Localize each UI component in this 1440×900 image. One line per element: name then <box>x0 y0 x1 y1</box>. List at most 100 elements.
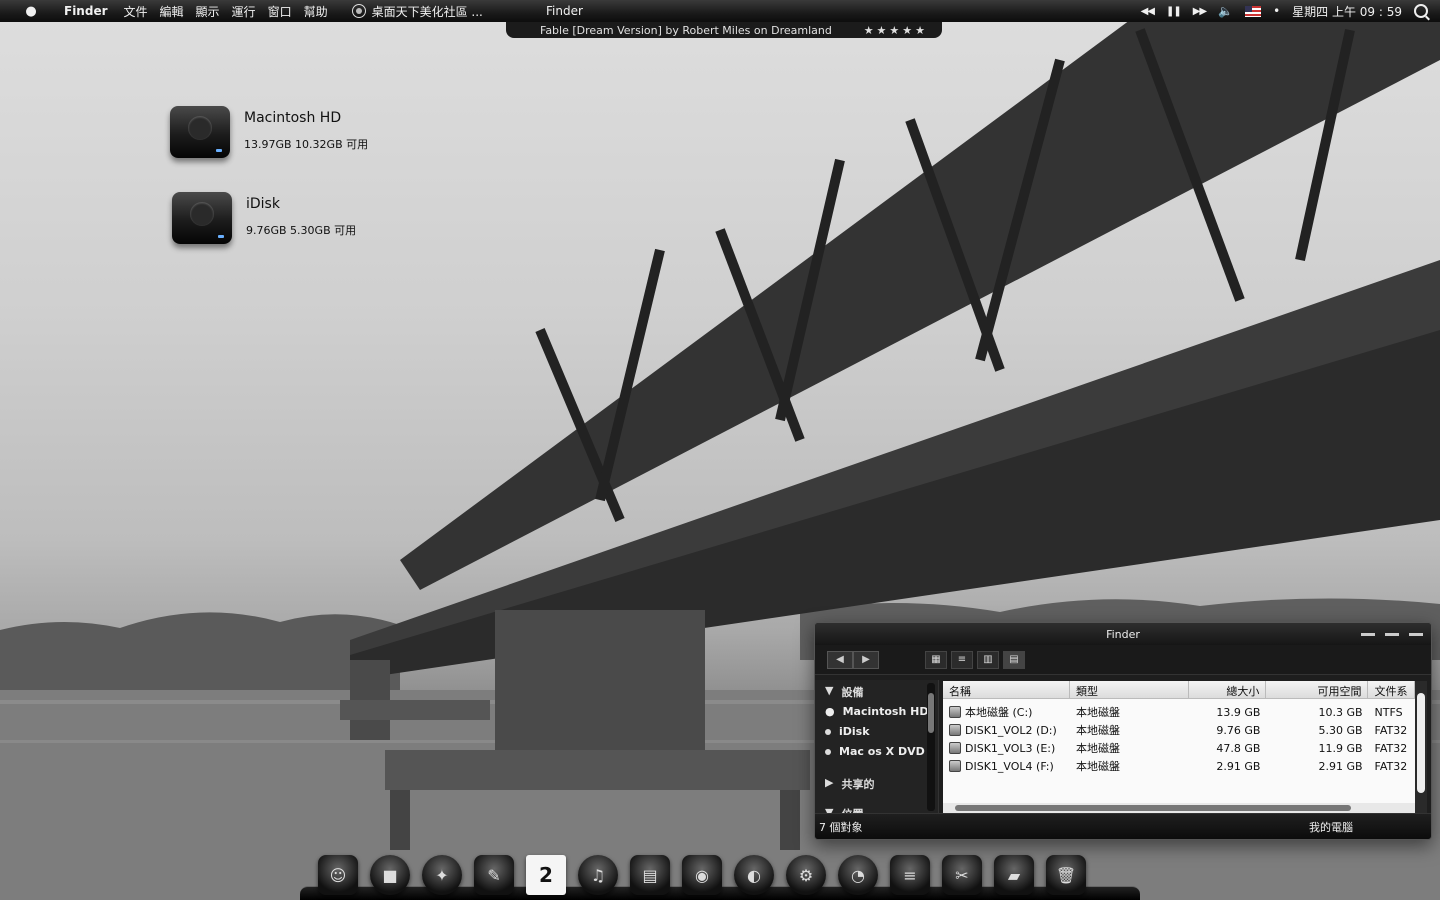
finder-titlebar[interactable]: Finder <box>815 623 1431 645</box>
dock-stack[interactable]: ≡ <box>886 852 934 898</box>
preferences-icon: ⚙ <box>786 855 826 895</box>
table-row[interactable]: DISK1_VOL3 (E:) 本地磁盤 47.8 GB 11.9 GB FAT… <box>943 739 1415 757</box>
desktop-drive-idisk[interactable]: iDisk 9.76GB 5.30GB 可用 <box>172 192 356 244</box>
rating-stars[interactable]: ★★★★★ <box>864 24 928 37</box>
dock-calendar[interactable]: 2 <box>522 852 570 898</box>
dock: ☺ ■ ✦ ✎ 2 ♫ ▤ ◉ ◐ ⚙ ◔ ≡ ✂ ▰ 🗑 <box>300 852 1140 900</box>
file-list: 名稱 類型 總大小 可用空間 文件系 本地磁盤 (C:) 本地磁盤 13.9 G… <box>943 681 1415 807</box>
volume-icon[interactable]: 🔈 <box>1218 4 1233 18</box>
menu-edit[interactable]: 編輯 <box>160 3 184 20</box>
dock-applications[interactable]: ▰ <box>990 852 1038 898</box>
horizontal-scrollbar[interactable] <box>943 803 1415 813</box>
finder-title: Finder <box>1106 627 1140 641</box>
compass-icon: ✦ <box>422 855 462 895</box>
disc-icon: ◐ <box>734 855 774 895</box>
us-flag-icon[interactable] <box>1245 5 1262 17</box>
stack-icon: ≡ <box>890 855 930 895</box>
sidebar-section-shared[interactable]: ▶ 共享的 <box>815 772 938 794</box>
now-playing-track: Fable [Dream Version] by Robert Miles on… <box>540 23 832 37</box>
drive-capacity: 9.76GB 5.30GB 可用 <box>246 224 357 237</box>
now-playing-bar: Fable [Dream Version] by Robert Miles on… <box>506 22 942 38</box>
forward-button[interactable]: ▶ <box>853 650 879 669</box>
column-header-name[interactable]: 名稱 <box>943 681 1070 698</box>
sidebar-item-macintosh-hd[interactable]: ● Macintosh HD <box>815 702 938 722</box>
globe-icon <box>351 4 366 18</box>
menu-help[interactable]: 幫助 <box>304 3 328 20</box>
pause-icon[interactable]: ❚❚ <box>1166 6 1182 17</box>
zoom-button[interactable] <box>1385 633 1399 636</box>
apple-menu-icon[interactable]: ● <box>18 4 44 19</box>
finder-statusbar: 7 個對象 我的電腦 <box>815 813 1431 839</box>
close-button[interactable] <box>1409 633 1423 636</box>
menu-site[interactable]: 桌面天下美化社區 ... <box>351 3 483 20</box>
desktop-drive-macintosh-hd[interactable]: Macintosh HD 13.97GB 10.32GB 可用 <box>170 106 368 158</box>
trash-icon: 🗑 <box>1046 855 1086 895</box>
dock-dashboard[interactable]: ◔ <box>834 852 882 898</box>
rewind-icon[interactable]: ◀◀ <box>1141 6 1155 17</box>
clock[interactable]: 星期四 上午 09 : 59 <box>1292 3 1402 20</box>
finder-sidebar: ▼ 設備 ● Macintosh HD iDisk Mac os X DVD ▶ 共享… <box>815 680 939 821</box>
site-title: 桌面天下美化社區 ... <box>371 4 483 19</box>
dock-iphoto[interactable]: ◐ <box>730 852 778 898</box>
folder-icon: ▰ <box>994 855 1034 895</box>
table-row[interactable]: DISK1_VOL2 (D:) 本地磁盤 9.76 GB 5.30 GB FAT… <box>943 721 1415 739</box>
photo-camera-icon: ◉ <box>682 855 722 895</box>
sidebar-section-devices[interactable]: ▼ 設備 <box>815 680 938 702</box>
menu-go[interactable]: 運行 <box>232 3 256 20</box>
drive-name: iDisk <box>246 196 280 212</box>
drive-name: Macintosh HD <box>244 110 342 126</box>
drive-capacity: 13.97GB 10.32GB 可用 <box>244 138 369 151</box>
cover-flow-button[interactable]: ▤ <box>1003 650 1025 669</box>
column-header-fs[interactable]: 文件系 <box>1368 681 1415 698</box>
menu-bar: ● Finder 文件 編輯 顯示 運行 窗口 幫助 桌面天下美化社區 ... … <box>0 0 1440 22</box>
sidebar-item-dvd[interactable]: Mac os X DVD <box>815 742 938 762</box>
back-button[interactable]: ◀ <box>827 650 853 669</box>
sidebar-item-idisk[interactable]: iDisk <box>815 722 938 742</box>
item-count: 7 個對象 <box>819 820 863 834</box>
finder-toolbar: ◀ ▶ ▦ ≡ ▥ ▤ <box>815 645 1431 675</box>
idisk-icon <box>172 192 232 244</box>
disk-icon <box>949 760 961 772</box>
table-row[interactable]: DISK1_VOL4 (F:) 本地磁盤 2.91 GB 2.91 GB FAT… <box>943 757 1415 775</box>
menu-view[interactable]: 顯示 <box>196 3 220 20</box>
dock-finder[interactable]: ☺ <box>314 852 362 898</box>
column-header-size[interactable]: 總大小 <box>1189 681 1267 698</box>
column-header-type[interactable]: 類型 <box>1070 681 1190 698</box>
apple-icon: ● <box>825 705 835 718</box>
icon-view-button[interactable]: ▦ <box>925 650 947 669</box>
dock-imovie[interactable]: ▤ <box>626 852 674 898</box>
sidebar-scrollbar[interactable] <box>927 683 935 811</box>
fast-forward-icon[interactable]: ▶▶ <box>1193 6 1207 17</box>
calendar-icon: 2 <box>526 855 566 895</box>
menu-app-finder[interactable]: Finder <box>64 4 108 18</box>
menu-file[interactable]: 文件 <box>124 3 148 20</box>
column-view-button[interactable]: ▥ <box>977 650 999 669</box>
dock-safari[interactable]: ✦ <box>418 852 466 898</box>
dock-utilities[interactable]: ✂ <box>938 852 986 898</box>
table-row[interactable]: 本地磁盤 (C:) 本地磁盤 13.9 GB 10.3 GB NTFS <box>943 703 1415 721</box>
camera-icon: ■ <box>370 855 410 895</box>
dock-system-preferences[interactable]: ⚙ <box>782 852 830 898</box>
dock-photo-booth[interactable]: ◉ <box>678 852 726 898</box>
dock-trash[interactable]: 🗑 <box>1042 852 1090 898</box>
list-view-button[interactable]: ≡ <box>951 650 973 669</box>
menu-extras: ◀◀ ❚❚ ▶▶ 🔈 • 星期四 上午 09 : 59 <box>1141 0 1428 22</box>
dock-textedit[interactable]: ✎ <box>470 852 518 898</box>
dock-facetime[interactable]: ■ <box>366 852 414 898</box>
window-title: Finder <box>546 4 583 18</box>
disk-icon <box>949 724 961 736</box>
notes-icon: ✎ <box>474 855 514 895</box>
finder-icon: ☺ <box>318 855 358 895</box>
menu-window[interactable]: 窗口 <box>268 3 292 20</box>
spotlight-search-icon[interactable] <box>1414 4 1428 18</box>
disk-icon <box>949 742 961 754</box>
status-dot-icon[interactable]: • <box>1273 4 1280 18</box>
column-header-free[interactable]: 可用空間 <box>1266 681 1369 698</box>
gauge-icon: ◔ <box>838 855 878 895</box>
disk-icon <box>949 706 961 718</box>
vertical-scrollbar[interactable] <box>1415 681 1427 813</box>
bullet-icon <box>825 749 831 755</box>
bullet-icon <box>825 729 831 735</box>
minimize-button[interactable] <box>1361 633 1375 636</box>
dock-itunes[interactable]: ♫ <box>574 852 622 898</box>
